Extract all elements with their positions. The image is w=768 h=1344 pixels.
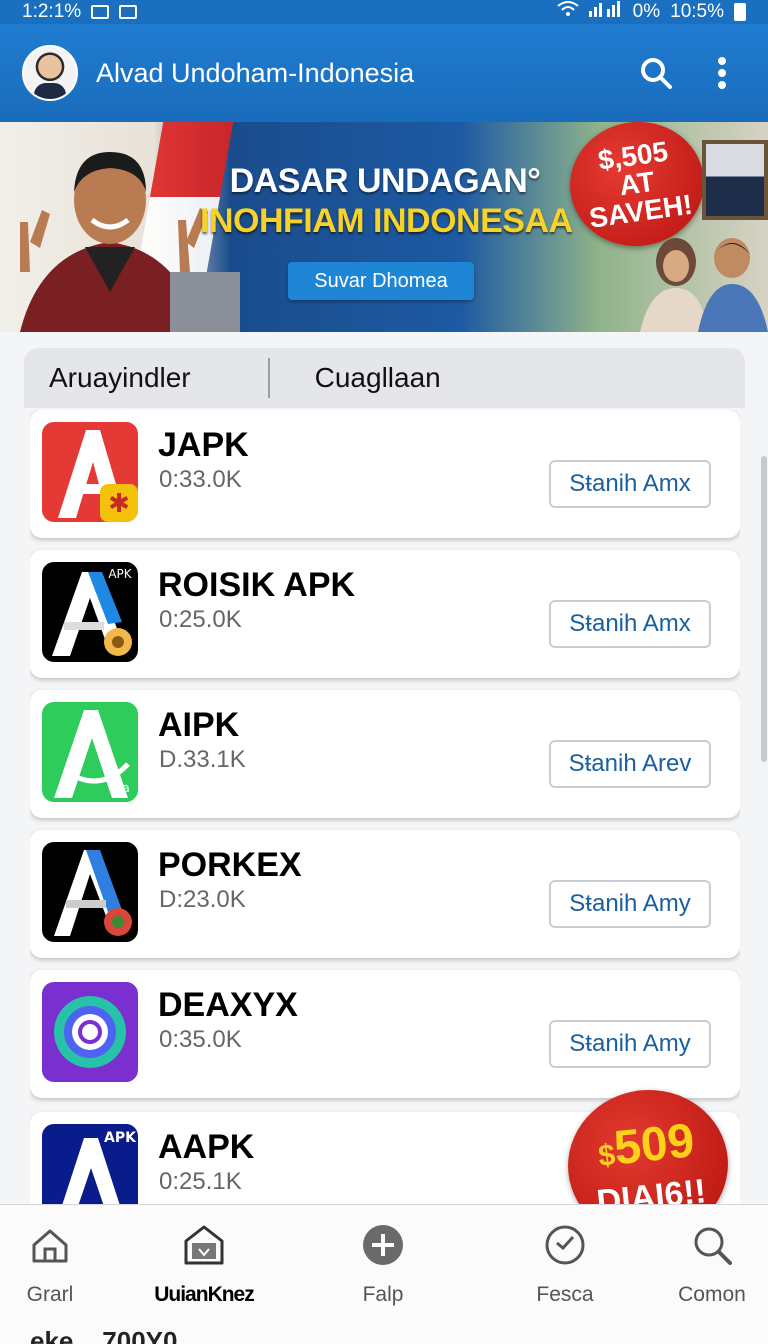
app-size: 0:35.0K xyxy=(159,1026,242,1053)
green-a-app-icon: a xyxy=(42,702,138,802)
status-time: 1:2:1% xyxy=(22,1,82,22)
status-bar: 1:2:1% 0% 10:5% xyxy=(0,0,768,24)
banner-subheadline: INOHFIAM INDONESAA xyxy=(200,202,573,240)
app-name: AIPK xyxy=(158,706,240,744)
home-icon xyxy=(32,1229,68,1263)
notification-icon xyxy=(91,5,110,19)
promo-banner[interactable]: DASAR UNDAGAN° INOHFIAM INDONESAA Suvar … xyxy=(0,122,768,332)
app-size: D:23.0K xyxy=(159,886,246,913)
search-icon xyxy=(641,58,672,89)
wall-portrait-image xyxy=(702,140,768,220)
store-icon xyxy=(184,1225,224,1265)
more-options-button[interactable] xyxy=(698,49,746,97)
bottom-ghost-text: eke... 700Y0 xyxy=(30,1326,178,1344)
list-item[interactable]: DEAXYX 0:35.0K Sŧanih Amy xyxy=(30,970,740,1098)
nav-label-history: Fesca xyxy=(536,1283,594,1306)
install-button[interactable]: Sŧanih Arev xyxy=(549,740,711,788)
app-size: D.33.1K xyxy=(159,746,246,773)
svg-text:APK: APK xyxy=(108,567,132,581)
black-blue-a-icon xyxy=(42,842,138,942)
list-item[interactable]: ✱ JAPK 0:33.0K Sŧanih Amx xyxy=(30,410,740,538)
install-button[interactable]: Sŧanih Amx xyxy=(549,460,711,508)
avatar[interactable] xyxy=(22,45,78,101)
clock-icon xyxy=(545,1225,585,1265)
search-icon xyxy=(694,1227,732,1265)
nav-label-store: UuianKnez xyxy=(154,1283,255,1306)
scrollbar[interactable] xyxy=(761,456,767,762)
app-name: DEAXYX xyxy=(158,986,298,1024)
tab-divider xyxy=(267,358,270,398)
list-item[interactable]: a AIPK D.33.1K Sŧanih Arev xyxy=(30,690,740,818)
banner-people-image xyxy=(640,238,768,332)
install-button[interactable]: Sŧanih Amx xyxy=(549,600,711,648)
app-list[interactable]: ✱ JAPK 0:33.0K Sŧanih Amx APK ROISIK APK… xyxy=(30,410,740,1204)
red-a-app-icon: ✱ xyxy=(42,422,138,522)
app-bar: Alvad Undoham-Indonesia xyxy=(0,24,768,122)
app-name: JAPK xyxy=(158,426,249,464)
nav-item-store[interactable]: UuianKnez xyxy=(144,1223,264,1307)
list-item[interactable]: PORKEX D:23.0K Sŧanih Amy xyxy=(30,830,740,958)
wifi-icon xyxy=(557,1,579,23)
tab-bar: Aruayindler Cuagllaan xyxy=(24,348,745,408)
more-vertical-icon xyxy=(718,57,726,89)
bottom-nav: Grarl UuianKnez Falp Fesca Comon xyxy=(0,1204,768,1344)
tab-aruayindler[interactable]: Aruayindler xyxy=(24,362,216,394)
app-size: 0:25.1K xyxy=(159,1168,242,1195)
banner-headline: DASAR UNDAGAN° xyxy=(229,162,541,200)
banner-cta-button[interactable]: Suvar Dhomea xyxy=(288,262,474,300)
app-size: 0:25.0K xyxy=(159,606,242,633)
nav-item-history[interactable]: Fesca xyxy=(505,1223,625,1307)
svg-text:APK: APK xyxy=(104,1130,137,1146)
nav-label-home: Grarl xyxy=(26,1283,74,1306)
app-name: AAPK xyxy=(158,1128,255,1166)
app-size: 0:33.0K xyxy=(159,466,242,493)
app-name: PORKEX xyxy=(158,846,302,884)
purple-ring-icon xyxy=(42,982,138,1082)
battery-percent: 0% xyxy=(632,1,661,22)
plus-circle-icon xyxy=(363,1225,403,1265)
tab-cuagllaan[interactable]: Cuagllaan xyxy=(290,362,466,394)
search-button[interactable] xyxy=(632,49,680,97)
status-right-time: 10:5% xyxy=(670,1,724,22)
install-button[interactable]: Sŧanih Amy xyxy=(549,880,711,928)
black-a-apk-icon: APK xyxy=(42,562,138,662)
signal-icon xyxy=(588,1,623,23)
mail-icon xyxy=(119,5,138,19)
list-item[interactable]: APK ROISIK APK 0:25.0K Sŧanih Amx xyxy=(30,550,740,678)
nav-item-search[interactable]: Comon xyxy=(652,1223,768,1307)
install-button[interactable]: Sŧanih Amy xyxy=(549,1020,711,1068)
nav-label-add: Falp xyxy=(362,1283,404,1306)
battery-icon xyxy=(734,3,746,21)
svg-text:✱: ✱ xyxy=(108,489,130,519)
nav-item-home[interactable]: Grarl xyxy=(0,1223,110,1307)
app-name: ROISIK APK xyxy=(158,566,356,604)
blue-a-apk-icon: APK xyxy=(42,1124,138,1204)
nav-label-search: Comon xyxy=(678,1283,746,1306)
nav-item-add[interactable]: Falp xyxy=(323,1223,443,1307)
svg-text:a: a xyxy=(122,781,129,795)
page-title: Alvad Undoham-Indonesia xyxy=(96,57,415,88)
